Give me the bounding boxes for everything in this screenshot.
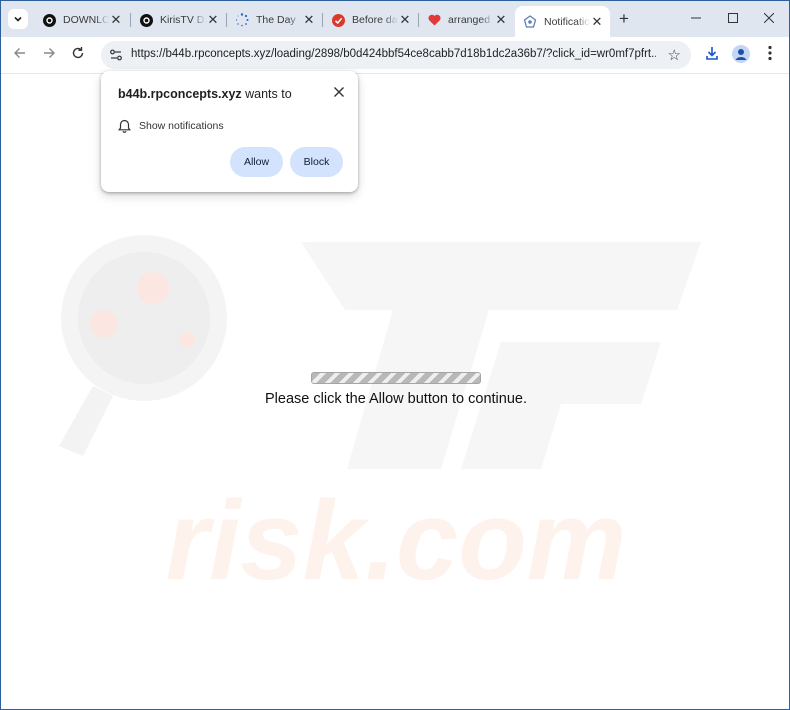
tiktok-icon — [139, 13, 153, 27]
tab-title: Notifications — [544, 15, 590, 28]
maximize-button[interactable] — [723, 9, 743, 29]
forward-button[interactable] — [39, 45, 59, 65]
close-icon[interactable]: ✕ — [494, 12, 508, 28]
close-icon[interactable]: ✕ — [109, 12, 123, 28]
site-info-icon[interactable] — [109, 48, 123, 62]
loading-progress-bar — [311, 372, 481, 384]
close-icon — [334, 87, 344, 97]
close-icon[interactable]: ✕ — [302, 12, 316, 28]
popup-domain: b44b.rpconcepts.xyz — [118, 87, 242, 101]
block-button[interactable]: Block — [290, 147, 343, 177]
red-check-icon — [331, 13, 345, 27]
tab-title: arranged — [448, 14, 491, 26]
menu-button[interactable] — [760, 45, 780, 65]
chevron-down-icon — [14, 16, 22, 22]
back-button[interactable] — [10, 45, 30, 65]
tab-title: The Day — [256, 14, 296, 26]
close-icon[interactable]: ✕ — [590, 14, 604, 30]
tab-3[interactable]: The Day ✕ — [227, 7, 322, 33]
downloads-button[interactable] — [702, 45, 722, 65]
reload-icon — [72, 47, 84, 59]
popup-close-button[interactable] — [334, 84, 344, 101]
close-icon[interactable]: ✕ — [206, 12, 220, 28]
forward-arrow-icon — [44, 48, 55, 58]
popup-title: b44b.rpconcepts.xyz wants to — [118, 87, 292, 101]
permission-label: Show notifications — [139, 120, 224, 132]
instruction-message: Please click the Allow button to continu… — [265, 391, 527, 407]
permission-row: Show notifications — [118, 119, 224, 133]
close-icon[interactable]: ✕ — [398, 12, 412, 28]
tab-2[interactable]: KirisTV Dance ✕ — [131, 7, 226, 33]
profile-button[interactable] — [731, 45, 751, 65]
tab-5[interactable]: arranged ✕ — [419, 7, 514, 33]
minimize-button[interactable] — [686, 9, 706, 29]
heart-icon — [427, 13, 441, 27]
tab-4[interactable]: Before dawn ✕ — [323, 7, 418, 33]
download-icon — [706, 47, 718, 60]
reload-button[interactable] — [68, 45, 88, 65]
tab-title: Before dawn — [352, 14, 398, 26]
close-icon — [763, 12, 775, 24]
tab-search-button[interactable] — [8, 9, 28, 29]
url-text[interactable]: https://b44b.rpconcepts.xyz/loading/2898… — [131, 48, 656, 60]
popup-title-suffix: wants to — [241, 87, 292, 101]
bell-icon — [118, 119, 131, 133]
bookmark-star-icon[interactable]: ☆ — [668, 46, 681, 64]
maximize-icon — [728, 13, 738, 23]
tab-1[interactable]: DOWNLOAD ✕ — [34, 7, 129, 33]
tiktok-icon — [42, 13, 56, 27]
tab-6-active[interactable]: Notifications ✕ — [515, 6, 610, 37]
minimize-icon — [691, 17, 701, 19]
kebab-menu-icon — [768, 45, 772, 61]
loading-spinner-icon — [235, 13, 249, 27]
address-bar[interactable]: https://b44b.rpconcepts.xyz/loading/2898… — [101, 41, 691, 69]
close-window-button[interactable] — [759, 9, 779, 29]
tab-title: DOWNLOAD — [63, 14, 109, 26]
browser-window: DOWNLOAD ✕ KirisTV Dance ✕ The Day ✕ — [0, 0, 790, 710]
notification-site-icon — [523, 14, 537, 29]
watermark-text: risk.com — [166, 478, 627, 603]
toolbar: https://b44b.rpconcepts.xyz/loading/2898… — [1, 37, 789, 74]
notification-permission-popup: b44b.rpconcepts.xyz wants to Show notifi… — [101, 71, 358, 192]
profile-avatar-icon — [732, 45, 750, 63]
allow-button[interactable]: Allow — [230, 147, 283, 177]
tab-strip: DOWNLOAD ✕ KirisTV Dance ✕ The Day ✕ — [1, 1, 789, 37]
tab-title: KirisTV Dance — [160, 14, 206, 26]
new-tab-button[interactable]: + — [615, 9, 633, 29]
back-arrow-icon — [14, 48, 25, 58]
